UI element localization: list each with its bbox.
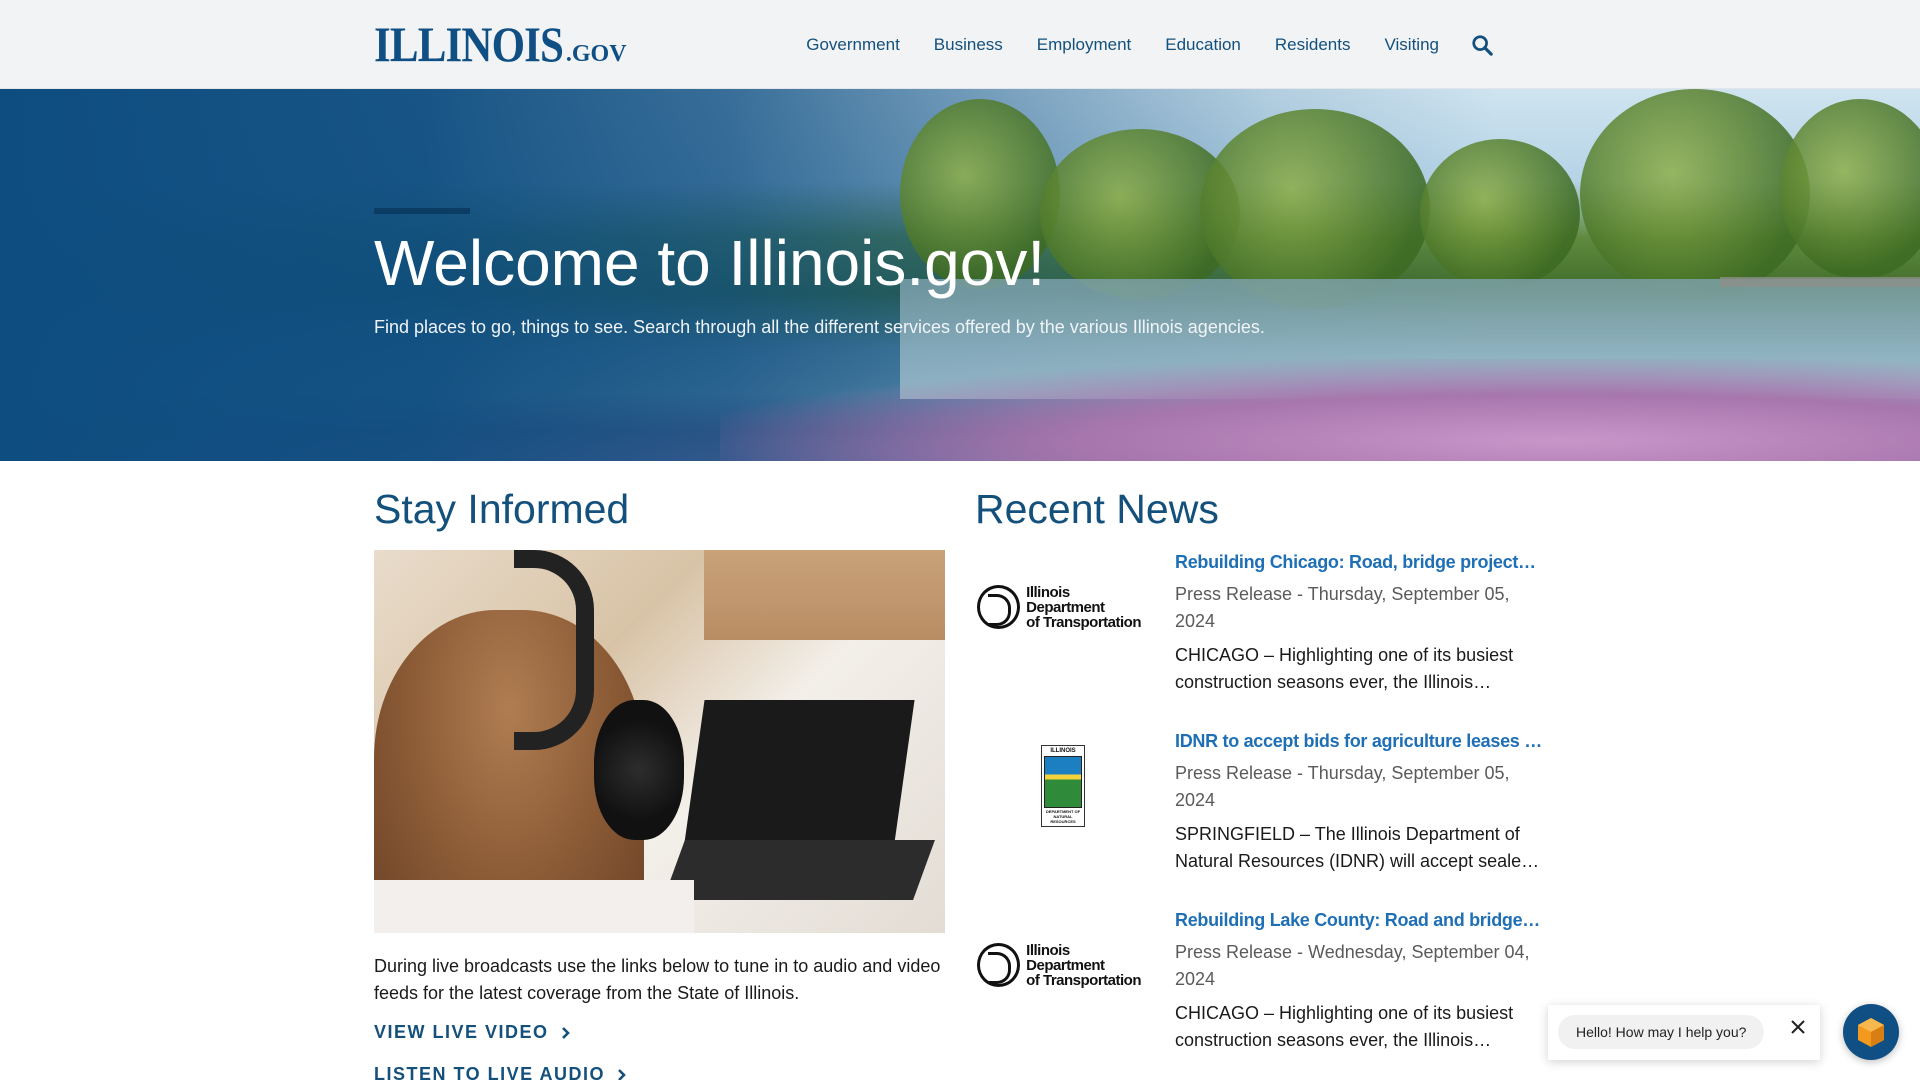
chat-launcher-button[interactable] [1843,1004,1899,1060]
main-nav: Government Business Employment Education… [772,0,1495,89]
recent-news-title: Recent News [975,486,1219,532]
hero-title: Welcome to Illinois.gov! [374,227,1046,299]
illinois-gov-logo[interactable]: ILLINOIS .GOV [374,16,627,72]
chevron-right-icon [561,1026,570,1039]
news-meta: Press Release - Thursday, September 05, … [1175,763,1510,810]
idot-mark-icon [977,943,1021,987]
hero-tree [1580,89,1810,299]
news-title-link[interactable]: Rebuilding Lake County: Road and bridge… [1175,910,1545,931]
hero-tree [1780,99,1920,279]
news-item: ILLINOIS DEPARTMENT OF NATURAL RESOURCES… [975,731,1545,871]
close-icon [1791,1020,1805,1034]
news-snippet: CHICAGO – Highlighting one of its busies… [1175,645,1514,692]
chevron-right-icon [618,1068,626,1080]
listen-live-audio-link[interactable]: LISTEN TO LIVE AUDIO [374,1064,627,1080]
news-title-link[interactable]: Rebuilding Chicago: Road, bridge project… [1175,552,1545,573]
news-item: Illinois Department of Transportation Re… [975,552,1545,692]
chat-assistant-icon [1858,1018,1884,1047]
news-title-link[interactable]: IDNR to accept bids for agriculture leas… [1175,731,1545,752]
nav-education[interactable]: Education [1165,35,1241,55]
nav-business[interactable]: Business [934,35,1003,55]
search-icon [1472,34,1493,56]
search-button[interactable] [1469,32,1495,58]
nav-government[interactable]: Government [806,35,900,55]
nav-visiting[interactable]: Visiting [1385,35,1440,55]
logo-suffix: .GOV [565,41,627,67]
chat-greeting: Hello! How may I help you? [1558,1015,1765,1049]
news-snippet: SPRINGFIELD – The Illinois Department of… [1175,824,1540,871]
idot-logo[interactable]: Illinois Department of Transportation [977,910,1149,1020]
listen-live-audio-label: LISTEN TO LIVE AUDIO [374,1064,606,1080]
chat-close-button[interactable] [1788,1017,1808,1037]
idnr-emblem-icon [1044,755,1082,808]
chat-greeting-bubble[interactable]: Hello! How may I help you? [1548,1005,1820,1060]
news-item: Illinois Department of Transportation Re… [975,910,1545,1050]
idnr-logo[interactable]: ILLINOIS DEPARTMENT OF NATURAL RESOURCES [977,731,1149,841]
hero-subtitle: Find places to go, things to see. Search… [374,317,1265,337]
hero-tree [1420,139,1580,289]
stay-informed-title: Stay Informed [374,486,630,532]
news-meta: Press Release - Thursday, September 05, … [1175,584,1510,631]
idot-logo[interactable]: Illinois Department of Transportation [977,552,1149,662]
stay-informed-image [374,550,945,933]
stay-informed-description: During live broadcasts use the links bel… [374,956,941,1003]
hero-bridge [1720,277,1920,287]
nav-residents[interactable]: Residents [1275,35,1351,55]
nav-employment[interactable]: Employment [1037,35,1131,55]
news-snippet: CHICAGO – Highlighting one of its busies… [1175,1003,1514,1050]
view-live-video-link[interactable]: VIEW LIVE VIDEO [374,1022,571,1043]
hero-flowers [720,359,1920,461]
hero-accent-bar [374,208,470,214]
logo-wordmark: ILLINOIS [374,16,564,72]
view-live-video-label: VIEW LIVE VIDEO [374,1022,549,1042]
site-header: ILLINOIS .GOV Government Business Employ… [0,0,1920,89]
news-meta: Press Release - Wednesday, September 04,… [1175,942,1530,989]
idot-mark-icon [977,585,1021,629]
